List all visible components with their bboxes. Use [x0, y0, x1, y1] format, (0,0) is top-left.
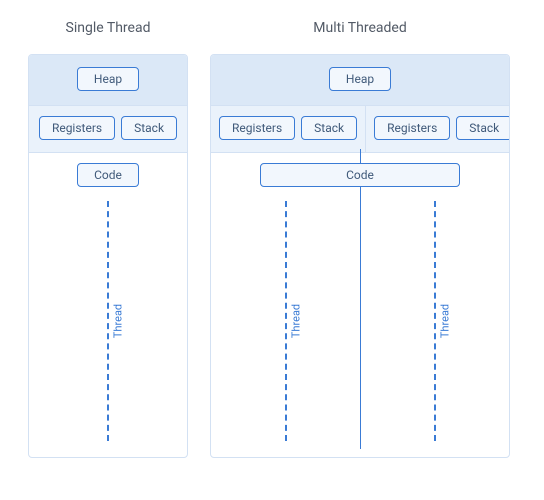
thread-label: Thread [112, 298, 125, 344]
single-thread-title: Single Thread [66, 20, 151, 36]
threads-area: Thread Thread [211, 187, 509, 457]
heap-band: Heap [211, 55, 509, 106]
registers-cell-2: Registers Stack [365, 106, 510, 152]
multi-thread-column: Multi Threaded Heap Registers Stack Regi… [210, 20, 510, 458]
multi-thread-title: Multi Threaded [313, 20, 406, 36]
thread-column-1: Thread [211, 187, 360, 457]
registers-chip: Registers [374, 116, 450, 140]
registers-chip: Registers [39, 116, 115, 140]
registers-chip: Registers [219, 116, 295, 140]
stack-chip: Stack [456, 116, 510, 140]
stack-chip: Stack [301, 116, 357, 140]
thread-label: Thread [438, 298, 451, 344]
thread-column: Thread [29, 187, 187, 457]
thread-line: Thread [285, 201, 287, 441]
code-chip: Code [260, 163, 460, 187]
registers-band: Registers Stack [29, 106, 187, 153]
thread-line: Thread [107, 201, 109, 441]
thread-column-2: Thread [360, 187, 509, 457]
diagram-root: Single Thread Heap Registers Stack Code … [28, 20, 516, 458]
thread-line: Thread [434, 201, 436, 441]
code-chip: Code [77, 163, 139, 187]
single-thread-panel: Heap Registers Stack Code Thread [28, 54, 188, 458]
heap-chip: Heap [329, 67, 391, 91]
heap-band: Heap [29, 55, 187, 106]
stack-chip: Stack [121, 116, 177, 140]
registers-band: Registers Stack Registers Stack [211, 106, 509, 153]
thread-label: Thread [289, 298, 302, 344]
threads-area: Thread [29, 187, 187, 457]
code-row: Code [211, 153, 509, 187]
code-row: Code [29, 153, 187, 187]
registers-cell: Registers Stack [29, 106, 187, 152]
single-thread-column: Single Thread Heap Registers Stack Code … [28, 20, 188, 458]
multi-thread-panel: Heap Registers Stack Registers Stack Cod… [210, 54, 510, 458]
heap-chip: Heap [77, 67, 139, 91]
registers-cell-1: Registers Stack [211, 106, 365, 152]
